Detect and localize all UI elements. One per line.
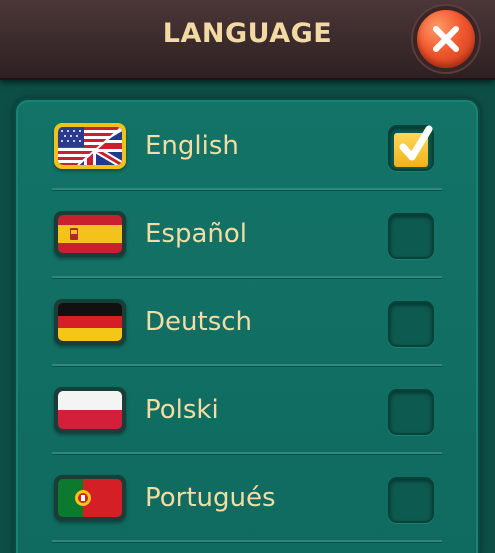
checkbox-deutsch[interactable] [388,301,434,347]
checkbox-english[interactable] [388,125,434,171]
close-icon [433,26,459,52]
flag-spain [54,211,126,257]
flag-portugal-icon [58,479,122,517]
flag-germany [54,299,126,345]
language-label: Español [145,219,248,249]
flag-english-icon [58,127,122,165]
flag-poland-icon [58,391,122,429]
language-option-espanol[interactable]: Español [14,190,480,276]
checkbox-portugues[interactable] [388,477,434,523]
flag-portugal [54,475,126,521]
checkbox-espanol[interactable] [388,213,434,259]
close-button[interactable] [413,6,479,72]
flag-uk-us [54,123,126,169]
checkbox-polski[interactable] [388,389,434,435]
flag-poland [54,387,126,433]
row-divider [52,540,442,542]
language-option-polski[interactable]: Polski [14,366,480,452]
language-label: Portugués [145,483,276,513]
flag-spain-icon [58,215,122,253]
language-label: Deutsch [145,307,253,337]
language-option-portugues[interactable]: Portugués [14,454,480,540]
checkmark-icon [399,125,433,161]
language-label: English [145,131,239,161]
language-option-deutsch[interactable]: Deutsch [14,278,480,364]
flag-germany-icon [58,303,122,341]
language-option-english[interactable]: English [14,102,480,188]
header-bar: LANGUAGE [0,0,495,80]
language-label: Polski [145,395,219,425]
